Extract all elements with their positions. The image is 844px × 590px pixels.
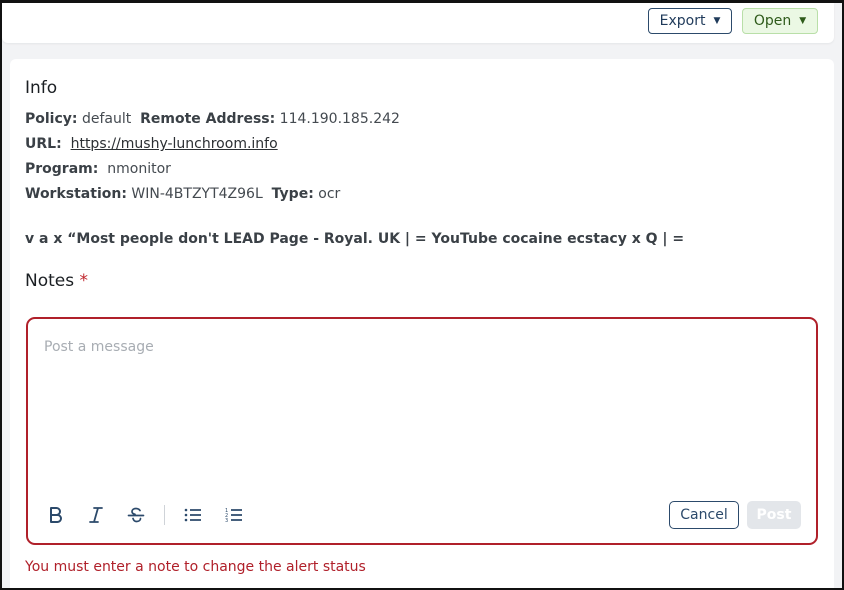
caret-down-icon: ▼: [799, 15, 807, 26]
export-button[interactable]: Export ▼: [648, 8, 732, 34]
open-label: Open: [753, 13, 792, 29]
numbered-list-icon[interactable]: 1 2 3: [222, 503, 246, 527]
workstation-value: WIN-4BTZYT4Z96L: [131, 186, 263, 202]
info-heading: Info: [25, 78, 58, 98]
italic-icon[interactable]: [84, 503, 108, 527]
program-label: Program:: [25, 161, 99, 177]
program-row: Program: nmonitor: [25, 161, 171, 177]
program-value: nmonitor: [107, 161, 171, 177]
strikethrough-icon[interactable]: [124, 503, 148, 527]
message-input[interactable]: Post a message: [44, 339, 154, 355]
policy-label: Policy:: [25, 111, 78, 127]
caret-down-icon: ▼: [713, 15, 721, 26]
url-label: URL:: [25, 136, 62, 152]
post-button[interactable]: Post: [747, 501, 801, 529]
export-label: Export: [659, 13, 706, 29]
type-value: ocr: [318, 186, 341, 202]
toolbar-divider: [164, 505, 165, 525]
bullet-list-icon[interactable]: [181, 503, 205, 527]
status-open-button[interactable]: Open ▼: [742, 8, 818, 34]
remote-address-label: Remote Address:: [140, 111, 276, 127]
top-toolbar: Export ▼ Open ▼: [2, 3, 834, 43]
cancel-button[interactable]: Cancel: [669, 501, 739, 529]
url-link[interactable]: https://mushy-lunchroom.info: [71, 136, 278, 152]
notes-editor[interactable]: Post a message 1 2 3 Cancel Post: [26, 317, 818, 545]
svg-text:3: 3: [225, 518, 228, 523]
remote-address-value: 114.190.185.242: [279, 111, 400, 127]
app-frame: Export ▼ Open ▼ Info Policy: default Rem…: [0, 0, 844, 590]
validation-error: You must enter a note to change the aler…: [25, 559, 366, 575]
notes-title: Notes: [25, 271, 75, 291]
required-marker: *: [79, 271, 89, 291]
type-label: Type:: [271, 186, 314, 202]
ocr-text: v a x “Most people don't LEAD Page - Roy…: [25, 231, 685, 247]
policy-row: Policy: default Remote Address: 114.190.…: [25, 111, 400, 127]
notes-heading: Notes *: [25, 271, 88, 291]
url-row: URL: https://mushy-lunchroom.info: [25, 136, 278, 152]
workstation-row: Workstation: WIN-4BTZYT4Z96L Type: ocr: [25, 186, 340, 202]
alert-detail-card: Info Policy: default Remote Address: 114…: [10, 59, 834, 588]
policy-value: default: [81, 111, 132, 127]
bold-icon[interactable]: [44, 503, 68, 527]
workstation-label: Workstation:: [25, 186, 127, 202]
